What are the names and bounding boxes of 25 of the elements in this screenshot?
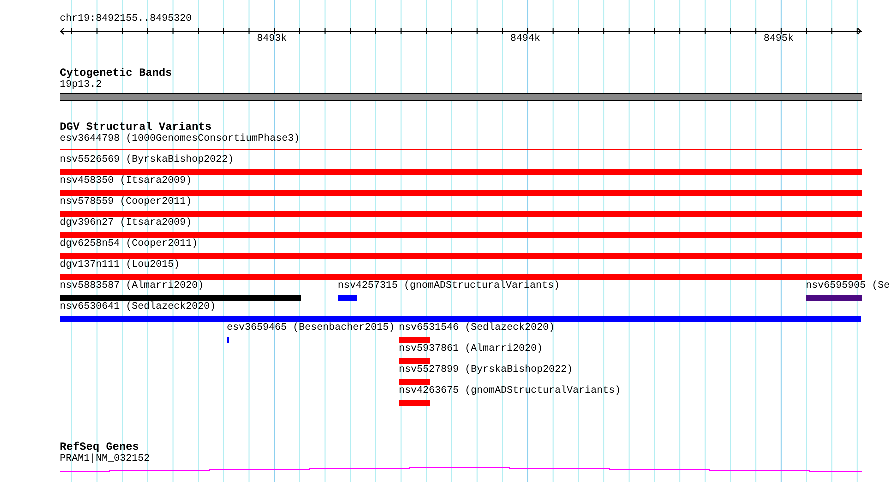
variant-label: nsv5527899 (ByrskaBishop2022) [399,365,574,377]
variant-label: dgv137n111 (Lou2015) [60,260,182,272]
position-label: chr19:8492155..8495320 [60,14,194,26]
track-title: DGV Structural Variants [60,122,212,134]
variant-label: nsv4257315 (gnomADStructuralVariants) [338,281,560,293]
ruler-tick-label: 8493k [257,34,288,46]
gene-label: PRAM1|NM_032152 [60,454,152,466]
variant-label: esv3659465 (Besenbacher2015) [227,323,396,335]
band-label: 19p13.2 [60,80,104,92]
variant-label: nsv6530641 (Sedlazeck2020) [60,302,218,314]
track-title: RefSeq Genes [60,442,140,454]
variant-label: dgv6258n54 (Cooper2011) [60,239,200,251]
variant-label: nsv458350 (Itsara2009) [60,176,194,188]
variant-label: nsv4263675 (gnomADStructuralVariants) [399,386,622,398]
variant-label: nsv6595905 (Se [806,281,890,293]
track-title: Cytogenetic Bands [60,68,174,80]
ruler-tick-label: 8495k [764,34,794,46]
variant-label: nsv5883587 (Almarri2020) [60,281,206,293]
ruler-tick-label: 8494k [510,34,541,46]
variant-label: nsv578559 (Cooper2011) [60,197,194,209]
variant-label: dgv396n27 (Itsara2009) [60,218,194,230]
variant-label: esv3644798 (1000GenomesConsortiumPhase3) [60,134,302,146]
variant-label: nsv6531546 (Sedlazeck2020) [399,323,556,335]
variant-label: nsv5526569 (ByrskaBishop2022) [60,155,236,167]
variant-label: nsv5937861 (Almarri2020) [399,344,544,356]
